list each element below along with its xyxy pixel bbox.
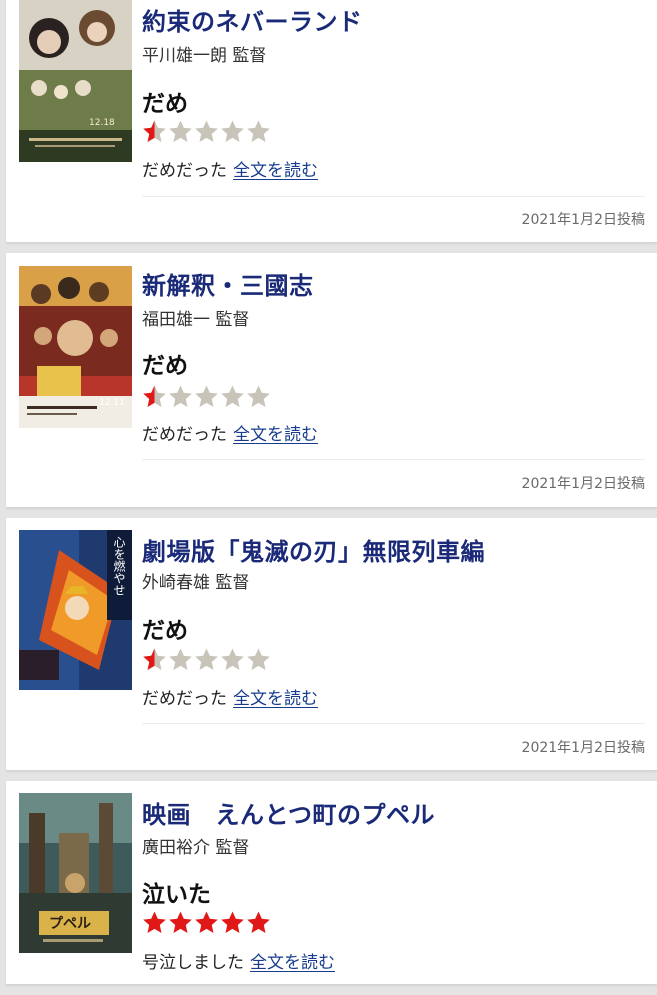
review-card: 12.11 新解釈・三國志 福田雄一 監督 だめ だめだった 全文を読む 2021…: [6, 253, 657, 508]
movie-title[interactable]: 約束のネバーランド: [142, 2, 363, 37]
star-rating: [142, 910, 271, 936]
director-name: 廣田裕介 監督: [142, 838, 250, 858]
review-text: だめだった: [142, 425, 227, 445]
star-empty-icon: [247, 385, 270, 407]
star-rating: [142, 384, 271, 410]
read-more-link[interactable]: 全文を読む: [233, 161, 318, 181]
movie-poster[interactable]: 心を燃やせ: [19, 530, 132, 690]
read-more-link[interactable]: 全文を読む: [233, 425, 318, 445]
review-snippet: だめだった 全文を読む: [142, 420, 318, 445]
read-more-link[interactable]: 全文を読む: [250, 953, 335, 973]
movie-poster[interactable]: 12.11: [19, 266, 132, 428]
poster-date-text: 12.11: [99, 398, 125, 408]
director-name: 平川雄一朗 監督: [142, 46, 267, 66]
star-half-icon: [143, 385, 166, 407]
divider: [142, 459, 645, 460]
review-card: プペル 映画 えんとつ町のプペル 廣田裕介 監督 泣いた 号泣しました 全文を読む: [6, 781, 657, 985]
poster-title-text: プペル: [49, 916, 91, 932]
post-date: 2021年1月2日投稿: [521, 476, 645, 492]
movie-poster[interactable]: プペル: [19, 793, 132, 953]
review-snippet: だめだった 全文を読む: [142, 156, 318, 181]
star-rating: [142, 647, 271, 673]
star-filled-icon: [247, 911, 270, 933]
star-empty-icon: [221, 648, 244, 670]
star-empty-icon: [195, 648, 218, 670]
star-empty-icon: [221, 385, 244, 407]
star-half-icon: [143, 648, 166, 670]
star-filled-icon: [195, 911, 218, 933]
star-empty-icon: [195, 120, 218, 142]
star-filled-icon: [143, 911, 166, 933]
star-empty-icon: [169, 385, 192, 407]
review-snippet: 号泣しました 全文を読む: [142, 948, 335, 973]
post-date: 2021年1月2日投稿: [521, 740, 645, 756]
movie-title[interactable]: 劇場版「鬼滅の刃」無限列車編: [142, 532, 485, 567]
star-filled-icon: [221, 911, 244, 933]
star-filled-icon: [169, 911, 192, 933]
movie-title[interactable]: 映画 えんとつ町のプペル: [142, 795, 435, 830]
review-headline: だめ: [142, 618, 188, 644]
review-headline: 泣いた: [142, 882, 211, 908]
review-headline: だめ: [142, 91, 188, 117]
review-headline: だめ: [142, 353, 188, 379]
review-text: だめだった: [142, 689, 227, 709]
movie-poster[interactable]: 12.18: [19, 0, 132, 162]
star-rating: [142, 119, 271, 145]
divider: [142, 723, 645, 724]
review-card: 心を燃やせ 劇場版「鬼滅の刃」無限列車編 外崎春雄 監督 だめ だめだった 全文を…: [6, 518, 657, 771]
director-name: 福田雄一 監督: [142, 310, 250, 330]
star-empty-icon: [221, 120, 244, 142]
review-card: 12.18 約束のネバーランド 平川雄一朗 監督 だめ だめだった 全文を読む 2…: [6, 0, 657, 243]
review-text: 号泣しました: [142, 953, 244, 973]
star-empty-icon: [247, 648, 270, 670]
review-feed: 12.18 約束のネバーランド 平川雄一朗 監督 だめ だめだった 全文を読む 2…: [0, 0, 657, 995]
movie-title[interactable]: 新解釈・三國志: [142, 266, 314, 301]
star-empty-icon: [169, 120, 192, 142]
star-empty-icon: [169, 648, 192, 670]
star-empty-icon: [195, 385, 218, 407]
read-more-link[interactable]: 全文を読む: [233, 689, 318, 709]
poster-date-text: 12.18: [89, 118, 115, 128]
review-text: だめだった: [142, 161, 227, 181]
director-name: 外崎春雄 監督: [142, 573, 250, 593]
poster-tagline-text: 心を燃やせ: [112, 536, 126, 596]
post-date: 2021年1月2日投稿: [521, 212, 645, 228]
star-half-icon: [143, 120, 166, 142]
poster-image: [19, 0, 132, 162]
divider: [142, 196, 645, 197]
review-snippet: だめだった 全文を読む: [142, 684, 318, 709]
star-empty-icon: [247, 120, 270, 142]
